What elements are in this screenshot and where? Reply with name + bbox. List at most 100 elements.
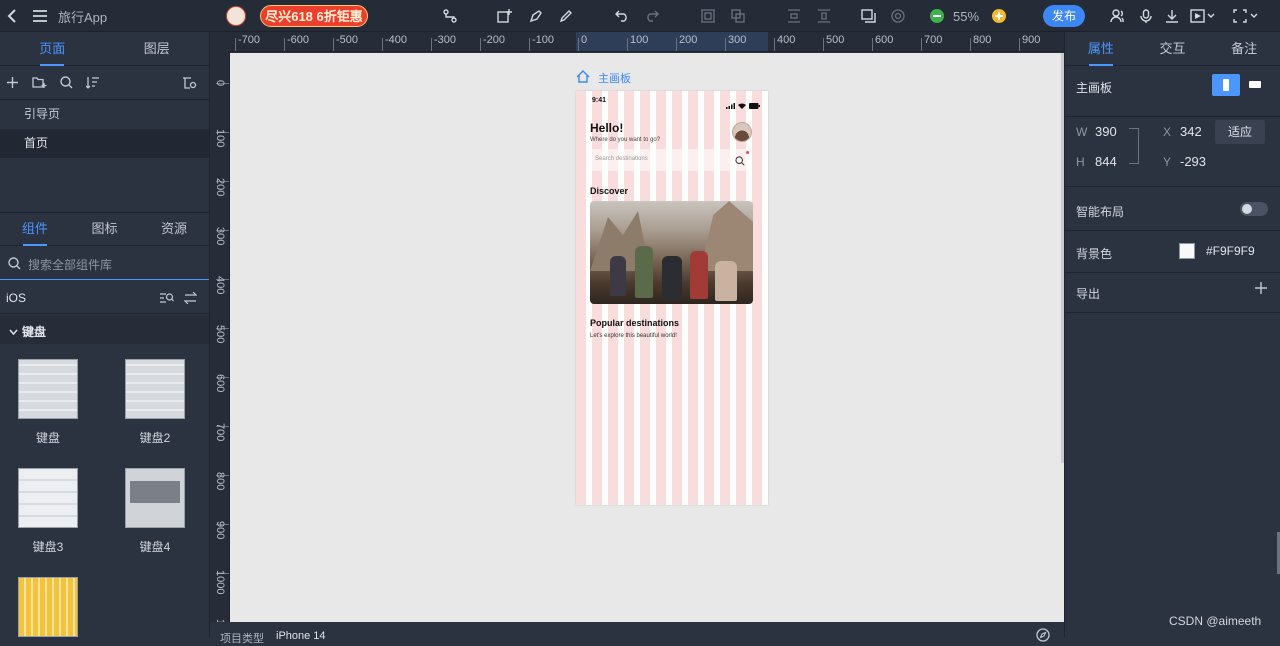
- height-field[interactable]: 844: [1095, 154, 1117, 169]
- search-icon[interactable]: [60, 76, 73, 92]
- swap-icon[interactable]: [183, 291, 198, 307]
- fullscreen-icon[interactable]: [1232, 0, 1260, 32]
- component-label: 键盘4: [139, 540, 171, 554]
- component-keyboard3-thumb[interactable]: [18, 468, 78, 528]
- ruler-tick-label: 0: [214, 80, 226, 87]
- fit-button[interactable]: 适应: [1215, 120, 1265, 144]
- artboard-name: 主画板: [598, 73, 631, 85]
- ruler-tick-label: 600: [875, 34, 894, 46]
- canvas-area: -700 -600 -500 -400 -300 -200 -100 0 100 200 300 40…: [210, 32, 1064, 645]
- redo-icon[interactable]: [642, 0, 662, 32]
- preview-icon[interactable]: [1188, 0, 1218, 32]
- component-keyboard-thumb[interactable]: [18, 359, 78, 419]
- x-field[interactable]: 342: [1180, 124, 1202, 139]
- collaborators-icon[interactable]: [1108, 0, 1128, 32]
- portrait-toggle[interactable]: [1212, 74, 1240, 96]
- publish-button[interactable]: 发布: [1043, 0, 1085, 32]
- phone-artboard[interactable]: 9:41 Hello! Where do you want to go? Sea…: [576, 91, 768, 505]
- promo-badge-text: 尽兴618 6折钜惠: [260, 5, 368, 27]
- profile-avatar[interactable]: [732, 122, 752, 142]
- discover-heading: Discover: [590, 186, 629, 196]
- download-icon[interactable]: [1162, 0, 1182, 32]
- tab-icons[interactable]: 图标: [70, 212, 140, 246]
- add-frame-icon[interactable]: [494, 0, 514, 32]
- zoom-in-icon[interactable]: [990, 0, 1008, 32]
- tab-layers[interactable]: 图层: [105, 32, 210, 66]
- back-icon[interactable]: [4, 0, 20, 32]
- component-emoji-keyboard-thumb[interactable]: [18, 577, 78, 637]
- tab-properties[interactable]: 属性: [1065, 32, 1137, 66]
- tab-interactions[interactable]: 交互: [1137, 32, 1209, 66]
- ruler-tick-label: 100: [630, 34, 649, 46]
- add-page-icon[interactable]: [6, 76, 19, 92]
- ruler-tick-label: -300: [434, 34, 457, 46]
- ungroup-icon[interactable]: [728, 0, 748, 32]
- menu-icon[interactable]: [30, 0, 50, 32]
- smart-layout-label: 智能布局: [1076, 205, 1125, 219]
- ruler-tick-label: 700: [214, 423, 226, 442]
- ruler-tick-label: -600: [287, 34, 310, 46]
- zoom-out-icon[interactable]: [928, 0, 946, 32]
- app-title: 旅行App: [58, 9, 108, 25]
- smart-layout-toggle[interactable]: [1240, 202, 1268, 216]
- add-folder-icon[interactable]: [32, 76, 47, 92]
- component-label: 键盘3: [32, 540, 64, 554]
- ruler-tick-label: 100: [214, 129, 226, 148]
- library-search-icon[interactable]: [160, 292, 174, 307]
- library-selector[interactable]: iOS: [0, 282, 209, 314]
- frame-icon[interactable]: [858, 0, 878, 32]
- target-icon[interactable]: [888, 0, 908, 32]
- width-field[interactable]: 390: [1095, 124, 1117, 139]
- ruler-tick-label: 0: [581, 34, 588, 46]
- design-canvas[interactable]: 主画板 9:41 Hello! Where do you want to go?…: [230, 53, 1064, 622]
- page-item-guide[interactable]: 引导页: [0, 100, 209, 129]
- ruler-tick: [529, 38, 530, 51]
- category-header[interactable]: 键盘: [0, 316, 209, 344]
- component-keyboard4-thumb[interactable]: [125, 468, 185, 528]
- connector-icon[interactable]: [440, 0, 460, 32]
- status-time: 9:41: [592, 97, 607, 104]
- tab-resources[interactable]: 资源: [139, 212, 209, 246]
- page-settings-icon[interactable]: [182, 76, 197, 92]
- ruler-tick-label: 500: [214, 325, 226, 344]
- discover-photo[interactable]: [590, 201, 753, 304]
- page-item-label: 引导页: [24, 107, 61, 121]
- zoom-level[interactable]: 55%: [950, 0, 982, 32]
- ruler-tick: [382, 38, 383, 51]
- pencil-icon[interactable]: [556, 0, 576, 32]
- landscape-toggle[interactable]: [1249, 81, 1261, 88]
- add-export-icon[interactable]: [1255, 282, 1267, 297]
- group-icon[interactable]: [698, 0, 718, 32]
- y-field[interactable]: -293: [1180, 154, 1206, 169]
- sort-icon[interactable]: [85, 76, 100, 92]
- promo-badge[interactable]: 尽兴618 6折钜惠: [260, 0, 368, 32]
- wifi-icon: [738, 98, 746, 112]
- avatar[interactable]: [225, 0, 247, 32]
- ruler-tick: [578, 38, 579, 51]
- phone-search-input[interactable]: Search destinations: [590, 149, 752, 171]
- ruler-tick: [627, 38, 628, 51]
- page-toolbar: [0, 66, 209, 100]
- component-keyboard2-thumb[interactable]: [125, 359, 185, 419]
- tab-components[interactable]: 组件: [0, 212, 70, 246]
- microphone-icon[interactable]: [1136, 0, 1156, 32]
- tab-notes[interactable]: 备注: [1208, 32, 1280, 66]
- distribute-horizontal-icon[interactable]: [814, 0, 834, 32]
- top-toolbar: 旅行App 尽兴618 6折钜惠 55% 发布: [0, 0, 1280, 32]
- background-color-value[interactable]: #F9F9F9: [1206, 244, 1255, 258]
- ruler-tick: [1019, 38, 1020, 51]
- distribute-vertical-icon[interactable]: [784, 0, 804, 32]
- ruler-tick-label: -200: [483, 34, 506, 46]
- artboard-label[interactable]: 主画板: [576, 70, 631, 86]
- device-selector[interactable]: iPhone 14: [276, 630, 326, 642]
- page-item-home[interactable]: 首页: [0, 129, 209, 158]
- search-icon: [8, 257, 21, 273]
- ruler-tick-label: 500: [826, 34, 845, 46]
- background-color-swatch[interactable]: [1179, 243, 1195, 259]
- undo-icon[interactable]: [612, 0, 632, 32]
- component-search-input[interactable]: 搜索全部组件库: [0, 248, 209, 280]
- tab-pages[interactable]: 页面: [0, 32, 105, 66]
- height-label: H: [1076, 155, 1085, 169]
- ruler-tick: [431, 38, 432, 51]
- pen-icon[interactable]: [526, 0, 546, 32]
